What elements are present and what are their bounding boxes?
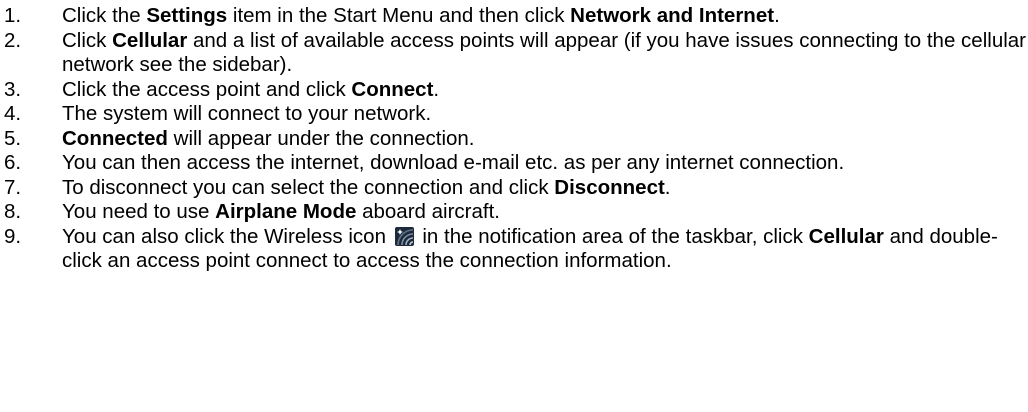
step-text-fragment: . — [433, 77, 440, 101]
step-text-fragment: Click the — [62, 4, 147, 27]
step-text-fragment: You need to use — [62, 200, 216, 223]
step-item: 9. You can also click the Wireless icon i… — [4, 225, 1028, 274]
step-item: 4. The system will connect to your networ… — [4, 102, 1028, 127]
bold-term: Network and Internet — [570, 4, 775, 27]
step-item: 6. You can then access the internet, down… — [4, 151, 1028, 176]
step-text-fragment: Click — [62, 28, 113, 52]
step-text-fragment: in the notification area of the taskbar,… — [416, 224, 809, 248]
step-text-fragment: To disconnect you can select the connect… — [62, 175, 555, 199]
bold-term: Airplane Mode — [215, 200, 357, 223]
step-item: 5. Connected will appear under the connec… — [4, 127, 1028, 152]
step-item: 8. You need to use Airplane Mode aboard a… — [4, 200, 1028, 225]
bold-term: Connected — [62, 126, 168, 150]
wireless-icon — [394, 226, 414, 246]
step-text-fragment: . — [774, 4, 780, 27]
step-text-fragment: aboard aircraft. — [356, 200, 500, 223]
bold-term: Cellular — [808, 224, 884, 248]
step-number: 8. — [4, 200, 22, 223]
step-text: You need to use Airplane Mode aboard air… — [62, 200, 1028, 225]
steps-list: 1. Click the Settings item in the Start M… — [4, 4, 1028, 274]
step-item: 3. Click the access point and click Conne… — [4, 78, 1028, 103]
step-text: The system will connect to your network. — [62, 102, 1028, 127]
step-text-fragment: The system will connect to your network. — [62, 102, 432, 125]
step-text-fragment: . — [664, 175, 671, 199]
step-text: Click the access point and click Connect… — [62, 78, 1028, 103]
step-number: 2. — [4, 28, 22, 52]
step-number: 6. — [4, 151, 22, 174]
step-text: You can also click the Wireless icon in … — [62, 225, 1028, 274]
step-number: 7. — [4, 175, 22, 199]
bold-term: Disconnect — [554, 175, 665, 199]
step-text-fragment: Click the access point and click — [62, 77, 352, 101]
step-number: 9. — [4, 224, 22, 248]
step-text: Connected will appear under the connecti… — [62, 127, 1028, 152]
step-number: 3. — [4, 77, 22, 101]
step-text: Click the Settings item in the Start Men… — [62, 4, 1028, 29]
step-number: 4. — [4, 102, 22, 125]
bold-term: Connect — [351, 77, 434, 101]
step-text: To disconnect you can select the connect… — [62, 176, 1028, 201]
step-item: 1. Click the Settings item in the Start M… — [4, 4, 1028, 29]
step-text: Click Cellular and a list of available a… — [62, 29, 1028, 78]
bold-term: Cellular — [112, 28, 188, 52]
step-item: 7. To disconnect you can select the conne… — [4, 176, 1028, 201]
step-text-fragment: You can also click the Wireless icon — [62, 224, 392, 248]
step-text-fragment: You can then access the internet, downlo… — [62, 151, 845, 174]
step-text-fragment: item in the Start Menu and then click — [227, 4, 571, 27]
step-number: 5. — [4, 126, 22, 150]
step-text: You can then access the internet, downlo… — [62, 151, 1028, 176]
step-item: 2. Click Cellular and a list of available… — [4, 29, 1028, 78]
bold-term: Settings — [146, 4, 228, 27]
step-number: 1. — [4, 4, 22, 27]
step-text-fragment: will appear under the connection. — [167, 126, 475, 150]
step-text-fragment: and a list of available access points wi… — [62, 28, 1027, 77]
instructions-document: 1. Click the Settings item in the Start M… — [0, 0, 1028, 274]
